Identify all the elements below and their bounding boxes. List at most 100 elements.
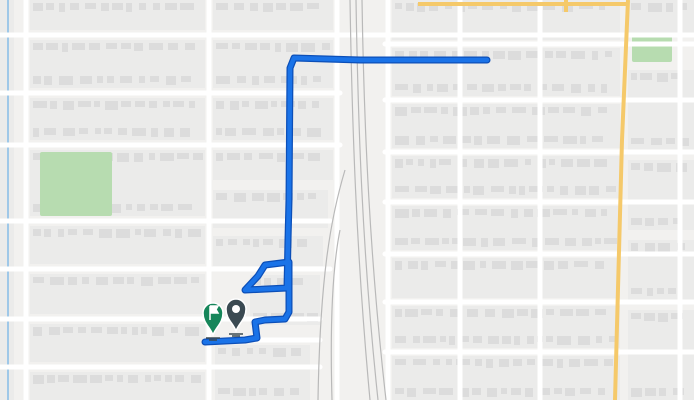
- building: [82, 277, 89, 284]
- building: [406, 3, 414, 11]
- building: [83, 229, 93, 235]
- building: [191, 375, 201, 383]
- building: [658, 313, 668, 322]
- building: [605, 51, 612, 57]
- building: [644, 163, 653, 171]
- building: [657, 73, 668, 82]
- building: [94, 101, 100, 107]
- building: [247, 348, 253, 354]
- building: [588, 84, 595, 92]
- building: [232, 43, 240, 49]
- building: [508, 51, 521, 60]
- building: [178, 204, 192, 210]
- building: [234, 193, 246, 202]
- building: [307, 128, 321, 137]
- building: [144, 229, 156, 237]
- building: [580, 388, 591, 394]
- building: [267, 193, 280, 202]
- building: [113, 277, 124, 284]
- building: [596, 336, 602, 343]
- building: [227, 153, 240, 160]
- building: [46, 43, 58, 50]
- building: [58, 229, 64, 237]
- building: [467, 84, 477, 90]
- building: [149, 43, 163, 50]
- building: [96, 277, 108, 285]
- building: [631, 218, 642, 225]
- building: [525, 159, 531, 165]
- building: [218, 348, 226, 354]
- building: [277, 128, 284, 135]
- building: [499, 359, 509, 367]
- building: [232, 348, 240, 356]
- building: [273, 348, 286, 357]
- building: [415, 186, 427, 192]
- building: [121, 43, 131, 49]
- building: [493, 238, 505, 246]
- building: [171, 327, 178, 333]
- building: [134, 153, 143, 162]
- building: [598, 388, 605, 395]
- building: [395, 359, 406, 365]
- building: [412, 209, 420, 217]
- building: [475, 209, 487, 215]
- building: [595, 309, 606, 315]
- building: [189, 101, 195, 108]
- building: [177, 153, 189, 159]
- building: [645, 218, 654, 226]
- map-canvas[interactable]: [0, 0, 694, 400]
- building: [631, 288, 642, 294]
- building: [85, 3, 96, 9]
- building: [275, 43, 281, 52]
- building: [592, 51, 598, 60]
- building: [666, 138, 675, 144]
- building: [79, 128, 88, 134]
- building: [135, 229, 141, 235]
- building: [421, 309, 432, 315]
- building: [651, 138, 662, 145]
- building: [473, 186, 484, 195]
- building: [173, 101, 184, 107]
- building: [33, 3, 43, 11]
- building: [558, 261, 568, 269]
- building: [237, 76, 246, 83]
- building: [644, 313, 655, 321]
- building: [46, 3, 54, 10]
- building: [488, 159, 499, 168]
- building: [569, 359, 580, 367]
- building: [449, 336, 455, 345]
- map-view[interactable]: [0, 0, 694, 400]
- building: [150, 204, 158, 210]
- building: [601, 209, 607, 216]
- building: [225, 128, 236, 136]
- building: [116, 229, 130, 238]
- building: [263, 3, 273, 12]
- building: [164, 128, 174, 137]
- building: [80, 76, 92, 84]
- building: [527, 359, 535, 365]
- building: [216, 153, 223, 161]
- building: [474, 159, 484, 168]
- building: [180, 128, 190, 137]
- building: [193, 153, 203, 160]
- building: [63, 101, 74, 110]
- building: [72, 43, 85, 50]
- building: [560, 309, 573, 316]
- building: [290, 3, 303, 11]
- building: [582, 238, 592, 246]
- building: [292, 153, 304, 159]
- building: [249, 388, 256, 396]
- building: [439, 159, 451, 165]
- building: [44, 128, 56, 135]
- building: [395, 209, 409, 218]
- building: [244, 153, 252, 160]
- building: [243, 239, 250, 245]
- building: [446, 359, 452, 365]
- building: [291, 348, 301, 356]
- building: [511, 388, 521, 395]
- building: [577, 159, 590, 167]
- building: [139, 76, 145, 83]
- building: [230, 101, 239, 110]
- building: [423, 388, 436, 394]
- building: [541, 359, 553, 366]
